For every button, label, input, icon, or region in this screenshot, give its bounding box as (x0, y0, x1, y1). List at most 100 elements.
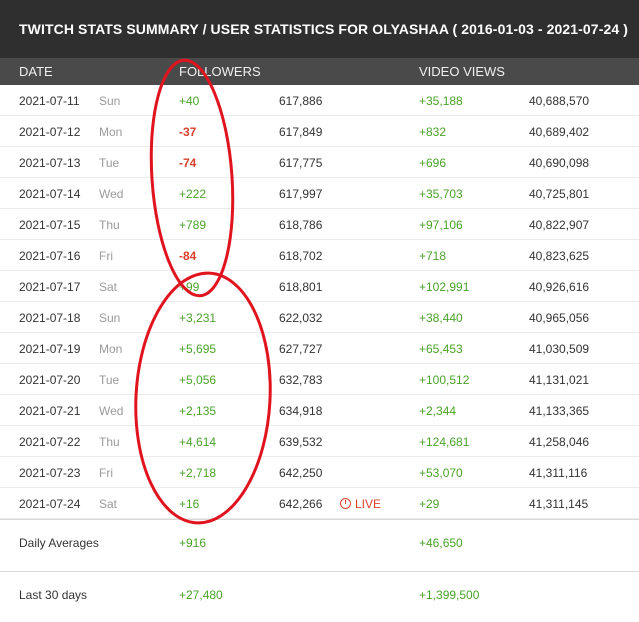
row-views-total: 41,311,116 (529, 466, 588, 480)
table-row: 2021-07-14 Wed +222 617,997 +35,703 40,7… (0, 178, 639, 209)
table-row: 2021-07-19 Mon +5,695 627,727 +65,453 41… (0, 333, 639, 364)
clock-icon (340, 498, 351, 509)
table-row: 2021-07-18 Sun +3,231 622,032 +38,440 40… (0, 302, 639, 333)
row-followers-total: 639,532 (279, 435, 323, 449)
table-row: 2021-07-12 Mon -37 617,849 +832 40,689,4… (0, 116, 639, 147)
row-followers-change: +789 (179, 218, 207, 232)
row-followers-total: 634,918 (279, 404, 323, 418)
row-day: Fri (99, 466, 113, 480)
daily-averages-views: +46,650 (419, 536, 463, 550)
row-views-total: 41,030,509 (529, 342, 590, 356)
row-date: 2021-07-13 (19, 156, 81, 170)
row-followers-change: +16 (179, 497, 200, 511)
row-views-total: 41,258,046 (529, 435, 590, 449)
row-views-total: 40,688,570 (529, 94, 590, 108)
row-day: Wed (99, 187, 124, 201)
last-30-days-followers: +27,480 (179, 588, 223, 602)
header-date: DATE (19, 64, 53, 79)
daily-averages-label: Daily Averages (19, 536, 99, 550)
row-views-change: +100,512 (419, 373, 470, 387)
row-views-total: 41,133,365 (529, 404, 590, 418)
daily-averages-followers: +916 (179, 536, 207, 550)
daily-averages-row: Daily Averages +916 +46,650 (0, 519, 639, 571)
table-row: 2021-07-11 Sun +40 617,886 +35,188 40,68… (0, 85, 639, 116)
row-views-change: +102,991 (419, 280, 470, 294)
table-row: 2021-07-20 Tue +5,056 632,783 +100,512 4… (0, 364, 639, 395)
row-day: Sun (99, 94, 121, 108)
row-day: Mon (99, 342, 123, 356)
table-row: 2021-07-21 Wed +2,135 634,918 +2,344 41,… (0, 395, 639, 426)
live-badge[interactable]: LIVE (340, 497, 381, 511)
row-date: 2021-07-11 (19, 94, 80, 108)
table-header: DATE FOLLOWERS VIDEO VIEWS (0, 58, 639, 85)
stats-table: 2021-07-11 Sun +40 617,886 +35,188 40,68… (0, 85, 639, 519)
row-followers-total: 617,886 (279, 94, 323, 108)
row-views-change: +65,453 (419, 342, 463, 356)
table-row: 2021-07-24 Sat +16 642,266 LIVE +29 41,3… (0, 488, 639, 519)
row-date: 2021-07-24 (19, 497, 81, 511)
row-date: 2021-07-12 (19, 125, 81, 139)
row-views-change: +696 (419, 156, 447, 170)
row-views-total: 40,689,402 (529, 125, 590, 139)
row-views-change: +35,188 (419, 94, 463, 108)
row-views-change: +718 (419, 249, 447, 263)
row-date: 2021-07-16 (19, 249, 81, 263)
row-followers-change: +99 (179, 280, 200, 294)
row-followers-total: 642,266 (279, 497, 323, 511)
row-day: Fri (99, 249, 113, 263)
row-date: 2021-07-17 (19, 280, 81, 294)
row-followers-change: +5,695 (179, 342, 217, 356)
row-followers-change: +2,718 (179, 466, 217, 480)
header-followers: FOLLOWERS (179, 64, 261, 79)
row-views-total: 40,725,801 (529, 187, 590, 201)
row-followers-total: 617,849 (279, 125, 323, 139)
row-day: Sun (99, 311, 121, 325)
table-row: 2021-07-16 Fri -84 618,702 +718 40,823,6… (0, 240, 639, 271)
row-followers-total: 618,702 (279, 249, 323, 263)
row-views-total: 40,926,616 (529, 280, 590, 294)
row-views-change: +53,070 (419, 466, 463, 480)
row-views-change: +832 (419, 125, 447, 139)
table-row: 2021-07-13 Tue -74 617,775 +696 40,690,0… (0, 147, 639, 178)
row-views-total: 41,311,145 (529, 497, 589, 511)
row-views-change: +97,106 (419, 218, 463, 232)
row-followers-change: -74 (179, 156, 197, 170)
row-followers-total: 622,032 (279, 311, 323, 325)
row-views-change: +38,440 (419, 311, 463, 325)
row-followers-total: 627,727 (279, 342, 323, 356)
last-30-days-label: Last 30 days (19, 588, 88, 602)
row-followers-change: +222 (179, 187, 207, 201)
row-date: 2021-07-15 (19, 218, 81, 232)
row-day: Sat (99, 497, 118, 511)
row-date: 2021-07-18 (19, 311, 81, 325)
row-followers-change: -84 (179, 249, 197, 263)
table-row: 2021-07-15 Thu +789 618,786 +97,106 40,8… (0, 209, 639, 240)
row-day: Tue (99, 373, 120, 387)
row-date: 2021-07-21 (19, 404, 81, 418)
row-followers-change: +40 (179, 94, 200, 108)
row-followers-change: +4,614 (179, 435, 217, 449)
row-followers-change: +5,056 (179, 373, 217, 387)
row-followers-change: +2,135 (179, 404, 217, 418)
row-views-total: 40,965,056 (529, 311, 590, 325)
row-views-total: 41,131,021 (529, 373, 590, 387)
row-date: 2021-07-19 (19, 342, 81, 356)
row-followers-total: 618,801 (279, 280, 323, 294)
row-day: Wed (99, 404, 124, 418)
row-views-total: 40,823,625 (529, 249, 590, 263)
row-day: Thu (99, 435, 120, 449)
row-day: Thu (99, 218, 120, 232)
last-30-days-views: +1,399,500 (419, 588, 480, 602)
table-row: 2021-07-17 Sat +99 618,801 +102,991 40,9… (0, 271, 639, 302)
row-views-change: +2,344 (419, 404, 457, 418)
row-views-change: +35,703 (419, 187, 463, 201)
last-30-days-row: Last 30 days +27,480 +1,399,500 (0, 571, 639, 622)
row-date: 2021-07-14 (19, 187, 81, 201)
row-views-change: +124,681 (419, 435, 470, 449)
row-followers-change: -37 (179, 125, 197, 139)
live-label: LIVE (355, 497, 382, 511)
row-views-total: 40,822,907 (529, 218, 590, 232)
row-day: Mon (99, 125, 123, 139)
row-day: Tue (99, 156, 120, 170)
row-followers-total: 642,250 (279, 466, 323, 480)
